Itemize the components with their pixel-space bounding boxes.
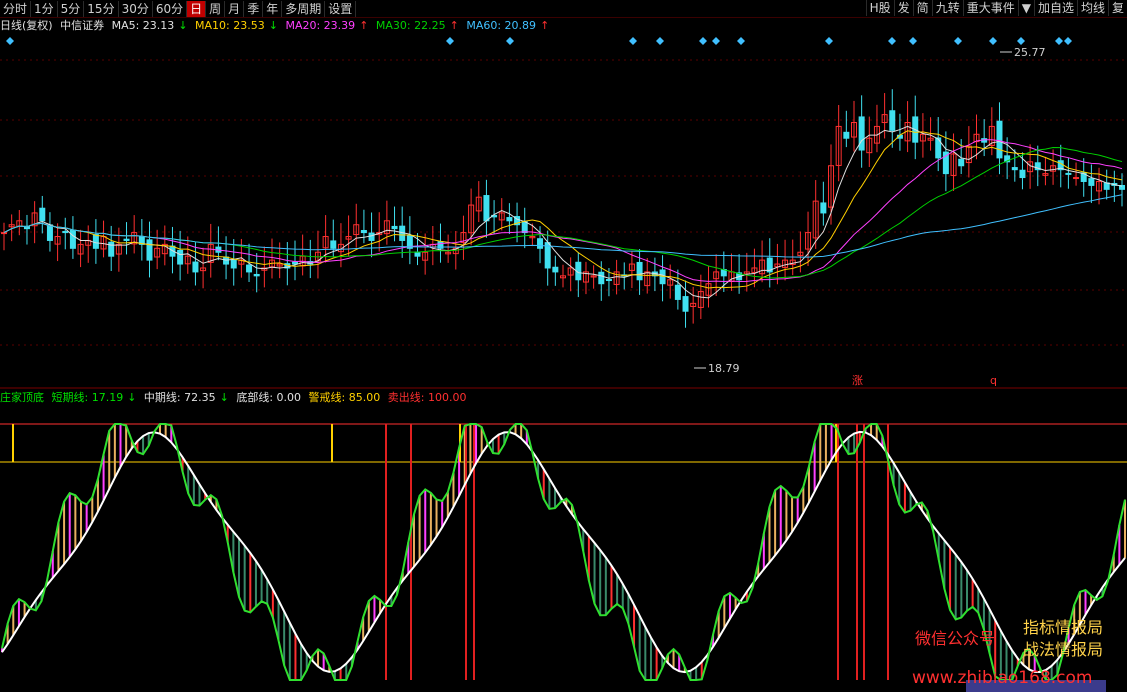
signal-diamond-icon <box>699 37 707 45</box>
candle-body <box>192 261 199 273</box>
candle-body <box>1065 172 1072 175</box>
candle-body <box>674 284 681 300</box>
signal-diamond-icon <box>888 37 896 45</box>
candle-body <box>1 232 7 235</box>
candle-body <box>858 116 865 151</box>
candle-body <box>391 225 398 230</box>
candle-body <box>69 229 76 249</box>
signal-diamond-icon <box>1055 37 1063 45</box>
signal-diamond-icon <box>712 37 720 45</box>
ind-mid-label: 中期线: 72.35 <box>143 391 216 404</box>
candle-body <box>291 261 298 265</box>
candle-body <box>1019 169 1026 179</box>
candle-body <box>996 120 1003 159</box>
ind-short: 短期线: 17.19 ↓ <box>52 391 137 404</box>
ind-bottom: 底部线: 0.00 <box>236 391 302 404</box>
signal-diamond-icon <box>506 37 514 45</box>
candle-body <box>537 238 544 249</box>
candle-body <box>146 239 153 261</box>
signal-diamonds <box>6 37 1072 45</box>
watermark-names: 指标情报局 战法情报局 <box>1023 617 1103 661</box>
candle-body <box>682 296 689 312</box>
indicator-legend: 庄家顶底 短期线: 17.19 ↓ 中期线: 72.35 ↓ 底部线: 0.00 警… <box>0 390 470 406</box>
candle-body <box>1088 178 1095 186</box>
ind-short-label: 短期线: 17.19 <box>51 391 124 404</box>
signal-diamond-icon <box>989 37 997 45</box>
candle-body <box>253 273 260 277</box>
candle-body <box>177 249 184 265</box>
candle-body <box>1011 167 1018 171</box>
candle-body <box>636 261 643 281</box>
candle-body <box>820 202 827 214</box>
kline-chart[interactable]: 25.77 18.79 涨 q <box>0 0 1127 692</box>
candle-body <box>889 110 896 131</box>
watermark-line2: 战法情报局 <box>1023 640 1104 659</box>
signal-diamond-icon <box>825 37 833 45</box>
ind-mid-arrow: ↓ <box>219 391 229 404</box>
candle-body <box>598 271 605 285</box>
ind-short-arrow: ↓ <box>127 391 137 404</box>
signal-diamond-icon <box>1017 37 1025 45</box>
grid-lines <box>0 59 1127 389</box>
ind-alert: 警戒线: 85.00 <box>308 391 381 404</box>
watermark-wechat: 微信公众号 <box>915 629 996 648</box>
candle-body <box>92 234 99 249</box>
candle-body <box>123 238 130 241</box>
signal-diamond-icon <box>629 37 637 45</box>
candle-body <box>39 207 46 222</box>
candle-body <box>1073 177 1080 180</box>
candle-body <box>246 264 253 273</box>
ind-mid: 中期线: 72.35 ↓ <box>144 391 229 404</box>
candle-body <box>46 224 53 241</box>
signal-diamond-icon <box>737 37 745 45</box>
candle-body <box>506 217 513 222</box>
candle-body <box>62 230 69 234</box>
low-price-label: 18.79 <box>708 362 740 375</box>
candle-body <box>414 251 421 257</box>
candle-body <box>552 266 559 273</box>
signal-diamond-icon <box>954 37 962 45</box>
candle-body <box>659 269 666 285</box>
watermark-line1: 指标情报局 <box>1023 618 1104 637</box>
tag-zhang: 涨 <box>852 374 863 387</box>
candle-body <box>230 259 237 269</box>
tag-q: q <box>990 374 997 387</box>
candle-body <box>605 279 612 282</box>
signal-diamond-icon <box>1064 37 1072 45</box>
candle-body <box>958 158 965 167</box>
signal-diamond-icon <box>656 37 664 45</box>
ma-line <box>3 147 1123 279</box>
indicator-name: 庄家顶底 <box>0 391 44 404</box>
candle-body <box>843 131 850 139</box>
ind-sell: 卖出线: 100.00 <box>387 391 467 404</box>
candle-body <box>360 229 367 234</box>
high-price-label: 25.77 <box>1014 46 1046 59</box>
signal-diamond-icon <box>909 37 917 45</box>
candle-body <box>368 232 375 241</box>
watermark-site: www.zhibiao168.com <box>912 668 1093 688</box>
candlesticks <box>1 89 1125 328</box>
signal-diamond-icon <box>446 37 454 45</box>
signal-diamond-icon <box>6 37 14 45</box>
candle-body <box>483 195 490 222</box>
candle-body <box>330 240 337 249</box>
